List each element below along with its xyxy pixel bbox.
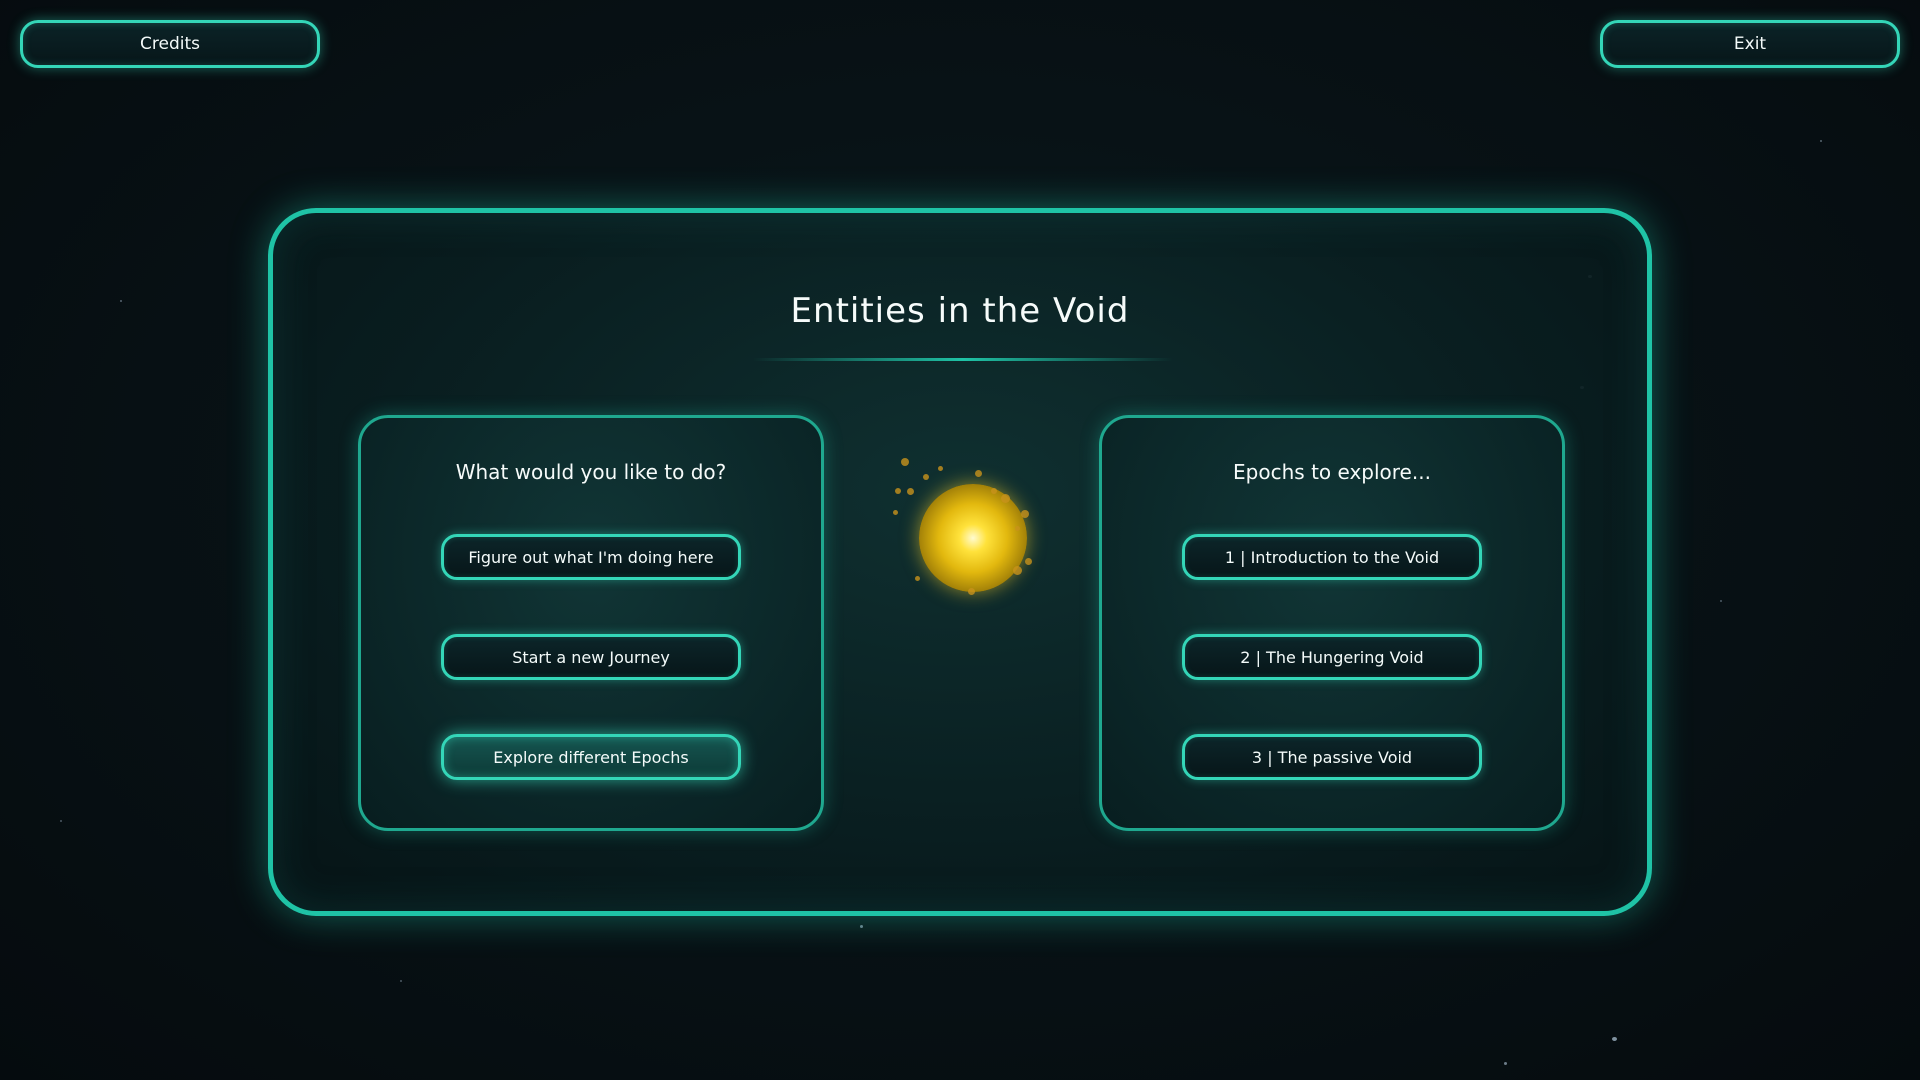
orb-spark <box>1001 494 1010 503</box>
orb-spark <box>991 488 997 494</box>
main-menu-panel: Entities in the Void What would you like… <box>268 208 1652 916</box>
star <box>120 300 122 302</box>
star <box>1820 140 1822 142</box>
title-divider <box>753 358 1173 361</box>
orb-spark <box>1015 526 1020 531</box>
explore-epochs-button[interactable]: Explore different Epochs <box>441 734 741 780</box>
epochs-panel-title: Epochs to explore... <box>1233 460 1431 484</box>
orb-core <box>919 484 1027 592</box>
star <box>860 925 863 928</box>
star <box>1720 600 1722 602</box>
orb-spark <box>938 466 943 471</box>
epoch-1-button[interactable]: 1 | Introduction to the Void <box>1182 534 1482 580</box>
star <box>60 820 62 822</box>
exit-button[interactable]: Exit <box>1600 20 1900 68</box>
figure-out-button[interactable]: Figure out what I'm doing here <box>441 534 741 580</box>
orb-spark <box>915 576 920 581</box>
epoch-2-button[interactable]: 2 | The Hungering Void <box>1182 634 1482 680</box>
orb-spark <box>1013 566 1022 575</box>
orb-spark <box>893 510 898 515</box>
orb-spark <box>901 458 909 466</box>
epochs-panel: Epochs to explore... 1 | Introduction to… <box>1099 415 1565 831</box>
credits-button[interactable]: Credits <box>20 20 320 68</box>
page-title: Entities in the Void <box>790 291 1130 331</box>
star <box>400 980 402 982</box>
glowing-orb-icon <box>893 458 1033 598</box>
orb-spark <box>975 470 982 477</box>
orb-spark <box>1021 510 1029 518</box>
epoch-3-button[interactable]: 3 | The passive Void <box>1182 734 1482 780</box>
actions-panel: What would you like to do? Figure out wh… <box>358 415 824 831</box>
orb-spark <box>895 488 901 494</box>
orb-spark <box>968 588 975 595</box>
orb-spark <box>907 488 914 495</box>
orb-spark <box>1025 558 1032 565</box>
new-journey-button[interactable]: Start a new Journey <box>441 634 741 680</box>
actions-panel-title: What would you like to do? <box>455 460 727 484</box>
star <box>1612 1037 1617 1041</box>
star <box>1504 1062 1507 1065</box>
orb-spark <box>923 474 929 480</box>
